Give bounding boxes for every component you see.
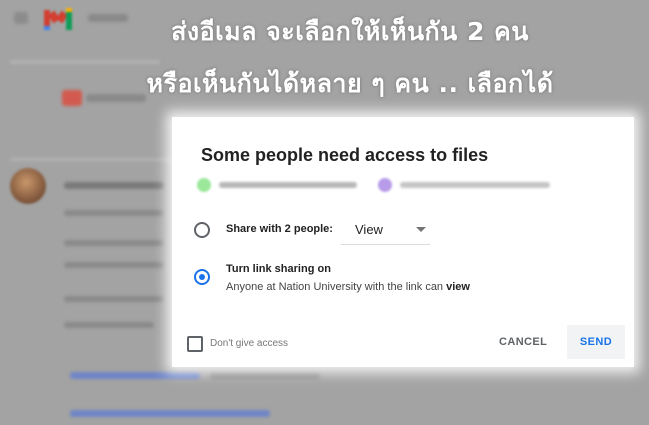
permission-select[interactable]: View xyxy=(341,216,430,245)
recipient-email-blur xyxy=(400,182,550,188)
link-desc-permission: view xyxy=(446,281,470,293)
recipient-chip xyxy=(197,177,357,193)
email-line-blur xyxy=(64,296,164,302)
dont-give-access-checkbox[interactable] xyxy=(187,336,203,352)
caption-line-1: ส่งอีเมล จะเลือกให้เห็นกัน 2 คน xyxy=(171,17,529,46)
dont-give-access-label[interactable]: Don't give access xyxy=(210,338,288,349)
email-line-blur xyxy=(64,322,154,328)
permission-value: View xyxy=(355,222,383,237)
access-dialog: Some people need access to files Share w… xyxy=(172,117,634,367)
email-line-blur xyxy=(64,210,164,216)
recipient-avatar xyxy=(378,178,392,192)
link-blur xyxy=(70,410,270,417)
caption-line-2: หรือเห็นกันได้หลาย ๆ คน .. เลือกได้ xyxy=(146,69,554,98)
link-sharing-description: Anyone at Nation University with the lin… xyxy=(226,281,470,293)
dropdown-caret-icon xyxy=(416,227,426,232)
cancel-button[interactable]: CANCEL xyxy=(485,325,561,359)
dialog-title: Some people need access to files xyxy=(201,145,489,165)
recipient-email-blur xyxy=(219,182,357,188)
menu-icon xyxy=(14,12,28,24)
link-blur xyxy=(70,372,200,379)
recipient-chip xyxy=(378,177,550,193)
send-button[interactable]: SEND xyxy=(567,325,625,359)
email-line-blur xyxy=(64,240,164,246)
share-with-people-label[interactable]: Share with 2 people: xyxy=(226,223,333,235)
link-sharing-radio[interactable] xyxy=(194,269,210,285)
divider xyxy=(10,158,180,161)
link-sharing-label[interactable]: Turn link sharing on xyxy=(226,263,331,275)
gmail-logo-icon xyxy=(44,8,74,30)
link-desc-text: Anyone at Nation University with the lin… xyxy=(226,281,447,293)
email-line-blur xyxy=(210,372,320,379)
share-with-people-radio[interactable] xyxy=(194,222,210,238)
avatar xyxy=(10,168,46,204)
email-sender-blur xyxy=(64,182,164,189)
recipient-avatar xyxy=(197,178,211,192)
email-line-blur xyxy=(64,262,164,268)
